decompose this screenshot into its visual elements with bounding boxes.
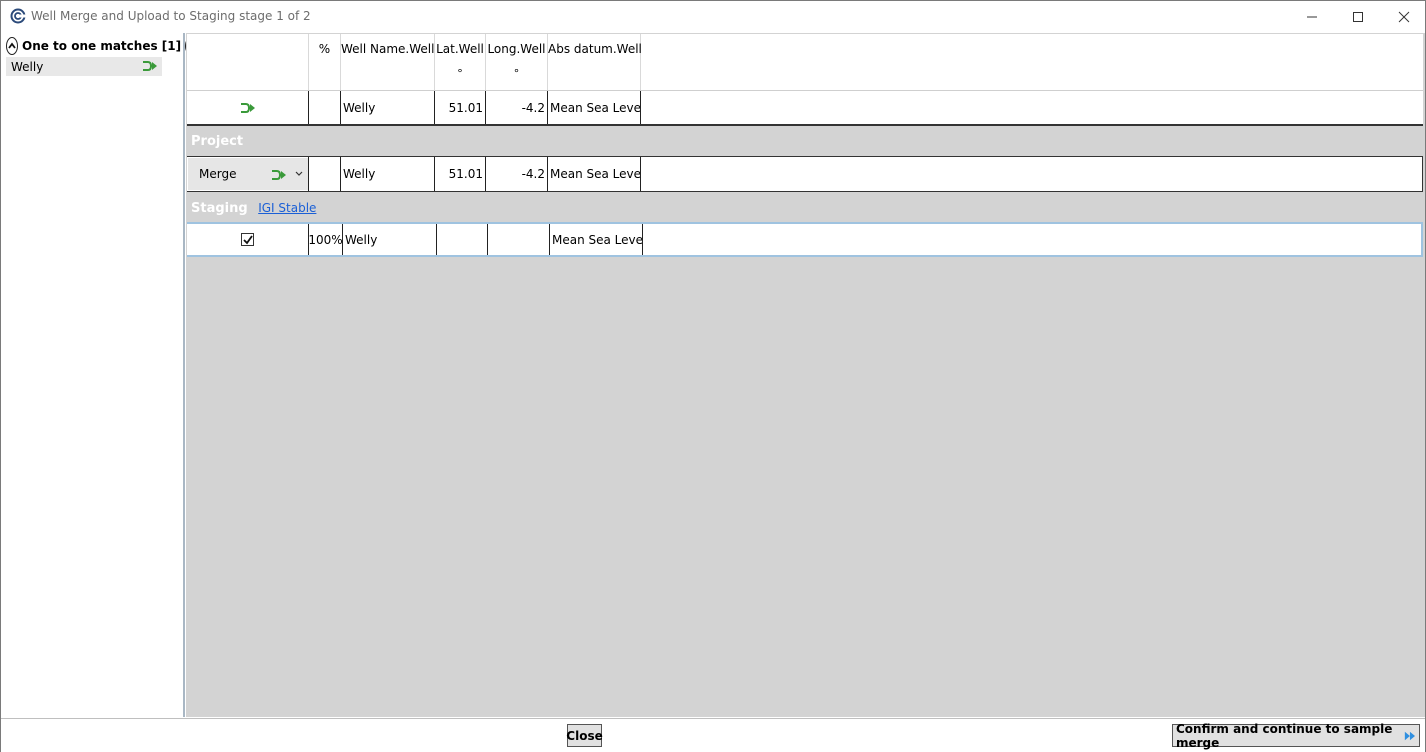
result-name-cell: Welly — [341, 91, 435, 124]
result-datum-cell: Mean Sea Level — [548, 91, 641, 124]
column-header-label: % — [318, 42, 331, 56]
project-lat-cell: 51.01 — [435, 157, 486, 191]
staging-name-cell: Welly — [343, 224, 437, 255]
project-row: Merge Welly 51.01 -4.2 Mean Sea Level — [187, 156, 1423, 192]
merge-arrow-icon — [272, 170, 286, 180]
merge-grid: % Well Name.Well Lat.Well ° Long.Well ° … — [186, 33, 1425, 717]
project-action-cell: Merge — [187, 157, 309, 191]
project-name-cell: Welly — [341, 157, 435, 191]
maximize-icon — [1353, 11, 1363, 22]
column-header-label: Abs datum.Well — [548, 42, 642, 56]
merge-window: Well Merge and Upload to Staging stage 1… — [0, 0, 1426, 752]
column-header-abs-datum[interactable]: Abs datum.Well — [548, 34, 642, 90]
staging-row[interactable]: 100% Welly Mean Sea Level — [187, 222, 1423, 257]
project-datum-cell: Mean Sea Level — [548, 157, 641, 191]
minimize-button[interactable] — [1289, 1, 1335, 32]
close-button[interactable]: Close — [566, 724, 603, 747]
minimize-icon — [1307, 16, 1317, 17]
result-percent-cell — [309, 91, 341, 124]
staging-long-cell — [488, 224, 550, 255]
staging-label-text: Staging — [191, 201, 248, 216]
collapse-up-button[interactable] — [6, 37, 18, 55]
app-logo-icon — [10, 8, 26, 24]
matches-header: One to one matches [1] — [6, 36, 198, 56]
double-arrow-right-icon — [1405, 731, 1416, 740]
merge-action-label: Merge — [199, 167, 237, 181]
project-section-label: Project — [191, 134, 244, 149]
checkmark-icon — [242, 234, 253, 244]
result-action-cell[interactable] — [187, 91, 309, 124]
column-header-lat[interactable]: Lat.Well ° — [435, 34, 486, 90]
match-item-label: Welly — [11, 59, 44, 74]
staging-datum-cell: Mean Sea Level — [550, 224, 643, 255]
footer-bar: Close Confirm and continue to sample mer… — [1, 718, 1425, 752]
column-header-action — [187, 34, 309, 90]
merge-arrow-icon — [240, 102, 255, 113]
staging-lat-cell — [437, 224, 488, 255]
window-title: Well Merge and Upload to Staging stage 1… — [31, 9, 311, 23]
close-window-button[interactable] — [1381, 1, 1426, 32]
matches-title: One to one matches [1] — [22, 39, 182, 53]
result-row: Welly 51.01 -4.2 Mean Sea Level — [187, 91, 1423, 126]
result-lat-cell: 51.01 — [435, 91, 486, 124]
title-bar: Well Merge and Upload to Staging stage 1… — [1, 1, 1425, 32]
chevron-up-icon — [8, 42, 16, 49]
column-header-label: Well Name.Well — [341, 42, 435, 56]
chevron-down-icon — [295, 171, 303, 176]
grid-header: % Well Name.Well Lat.Well ° Long.Well ° … — [187, 34, 1423, 91]
staging-check-cell — [187, 224, 309, 255]
column-header-label: Lat.Well — [436, 42, 484, 56]
staging-percent-cell: 100% — [309, 224, 343, 255]
column-header-unit: ° — [457, 67, 463, 80]
column-header-percent[interactable]: % — [309, 34, 341, 90]
confirm-button-label: Confirm and continue to sample merge — [1176, 721, 1393, 750]
merge-action-dropdown[interactable]: Merge — [188, 158, 308, 190]
column-header-unit: ° — [513, 67, 520, 80]
maximize-button[interactable] — [1335, 1, 1381, 32]
staging-source-link[interactable]: IGI Stable — [258, 201, 316, 215]
match-list-item[interactable]: Welly — [6, 57, 162, 76]
result-long-cell: -4.2 — [486, 91, 548, 124]
project-percent-cell — [309, 157, 341, 191]
confirm-continue-button[interactable]: Confirm and continue to sample merge — [1172, 721, 1420, 750]
staging-section-label: Staging IGI Stable — [191, 201, 316, 216]
merge-arrow-icon — [143, 61, 157, 71]
column-header-long[interactable]: Long.Well ° — [486, 34, 548, 90]
matches-panel: One to one matches [1] Welly — [3, 33, 198, 717]
column-header-well-name[interactable]: Well Name.Well — [341, 34, 435, 90]
close-icon — [1398, 11, 1410, 22]
project-long-cell: -4.2 — [486, 157, 548, 191]
staging-include-checkbox[interactable] — [241, 233, 254, 246]
column-header-label: Long.Well — [487, 42, 546, 56]
